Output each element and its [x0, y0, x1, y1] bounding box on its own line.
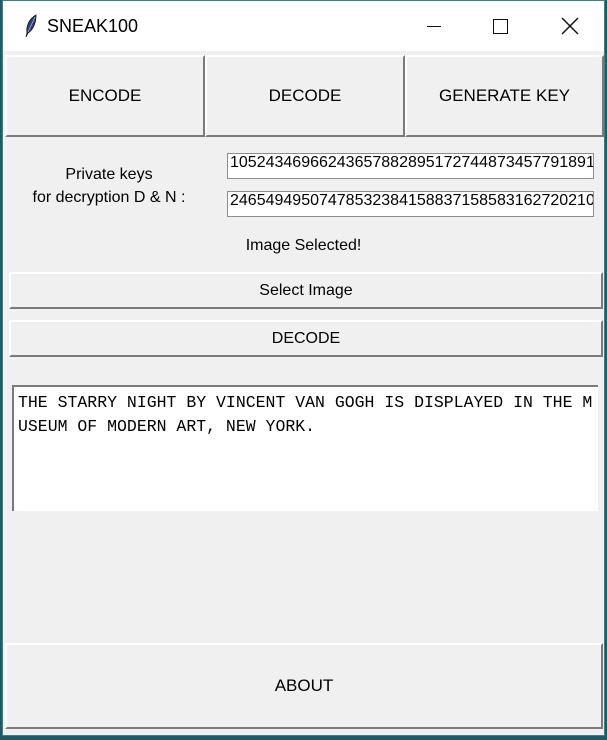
status-message: Image Selected! [245, 237, 362, 254]
maximize-button[interactable] [465, 1, 535, 51]
key-n-input[interactable]: 2465494950747853238415883715858316272021… [227, 191, 594, 217]
private-keys-label: Private keys for decryption D & N : [32, 166, 186, 206]
close-icon [561, 17, 579, 35]
encode-tab-button[interactable]: ENCODE [5, 55, 205, 137]
app-window: SNEAK100 ENCODE DECODE GENERATE KEY Priv… [2, 0, 605, 736]
decode-tab-button[interactable]: DECODE [205, 55, 405, 137]
close-button[interactable] [535, 1, 605, 51]
title-bar[interactable]: SNEAK100 [3, 1, 604, 51]
decode-button[interactable]: DECODE [9, 320, 603, 357]
generate-key-button[interactable]: GENERATE KEY [405, 55, 604, 137]
decoded-text-output[interactable]: THE STARRY NIGHT BY VINCENT VAN GOGH IS … [12, 385, 598, 511]
key-d-input[interactable]: 1052434696624365788289517274487345779189… [227, 153, 594, 179]
minimize-button[interactable] [399, 1, 469, 51]
minimize-icon [427, 25, 441, 27]
about-button[interactable]: ABOUT [5, 643, 603, 729]
select-image-button[interactable]: Select Image [9, 272, 603, 309]
maximize-icon [492, 18, 508, 34]
window-title: SNEAK100 [47, 16, 139, 36]
feather-icon [23, 14, 39, 38]
